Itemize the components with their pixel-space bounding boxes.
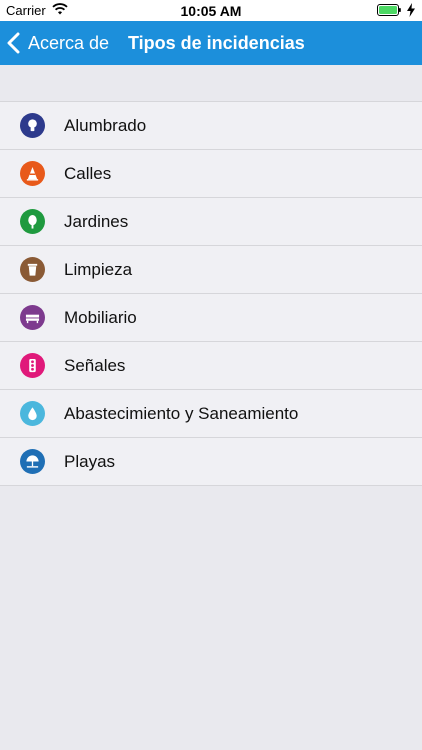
status-bar: Carrier 10:05 AM <box>0 0 422 21</box>
bench-icon <box>20 305 45 330</box>
list-item-alumbrado[interactable]: Alumbrado <box>0 102 422 150</box>
list-item-senales[interactable]: Señales <box>0 342 422 390</box>
list-item-calles[interactable]: Calles <box>0 150 422 198</box>
lightbulb-icon <box>20 113 45 138</box>
chevron-left-icon <box>7 32 20 54</box>
navigation-bar: Acerca de Tipos de incidencias <box>0 21 422 65</box>
incident-type-list: Alumbrado Calles Jardines Limpieza Mobil… <box>0 101 422 486</box>
list-item-limpieza[interactable]: Limpieza <box>0 246 422 294</box>
traffic-light-icon <box>20 353 45 378</box>
list-item-label: Calles <box>64 164 112 183</box>
tree-icon <box>20 209 45 234</box>
list-item-label: Señales <box>64 356 126 375</box>
list-item-label: Playas <box>64 452 116 471</box>
beach-umbrella-icon <box>20 449 45 474</box>
list-item-label: Alumbrado <box>64 116 147 135</box>
traffic-cone-icon <box>20 161 45 186</box>
list-item-mobiliario[interactable]: Mobiliario <box>0 294 422 342</box>
list-item-label: Mobiliario <box>64 308 137 327</box>
back-button[interactable]: Acerca de <box>6 21 109 65</box>
list-item-playas[interactable]: Playas <box>0 438 422 486</box>
list-item-label: Limpieza <box>64 260 133 279</box>
status-time: 10:05 AM <box>180 3 242 19</box>
list-item-jardines[interactable]: Jardines <box>0 198 422 246</box>
list-item-label: Jardines <box>64 212 129 231</box>
battery-icon <box>377 4 401 16</box>
back-button-label: Acerca de <box>28 32 110 53</box>
list-item-label: Abastecimiento y Saneamiento <box>64 404 299 423</box>
list-item-abastecimiento[interactable]: Abastecimiento y Saneamiento <box>0 390 422 438</box>
charging-bolt-icon <box>407 3 415 17</box>
water-drop-icon <box>20 401 45 426</box>
page-title: Tipos de incidencias <box>128 33 305 53</box>
trash-bin-icon <box>20 257 45 282</box>
